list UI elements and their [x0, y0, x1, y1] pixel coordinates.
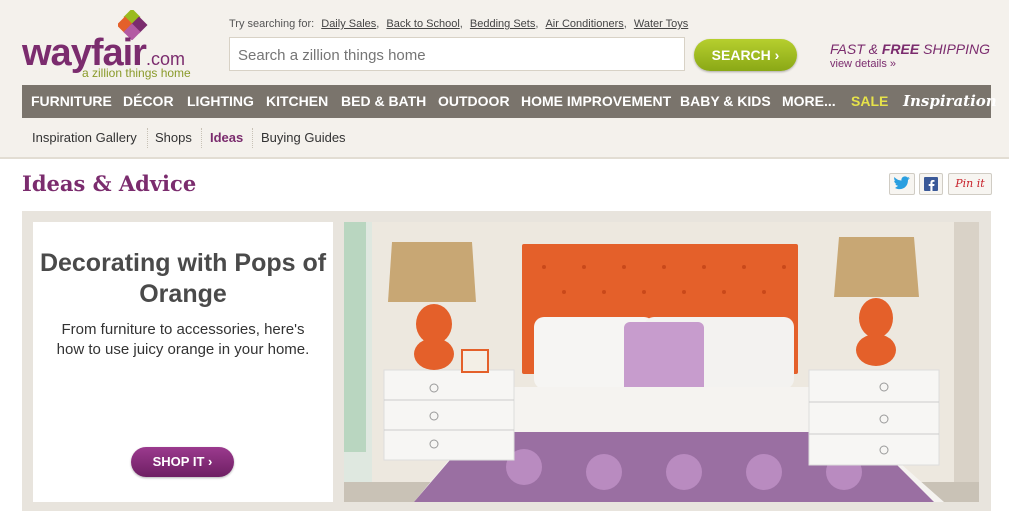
- shipping-fast: FAST: [830, 41, 865, 57]
- feature-card: Decorating with Pops of Orange From furn…: [33, 222, 333, 502]
- suggestion-link[interactable]: Water Toys: [634, 18, 688, 30]
- nav-home-improvement[interactable]: HOME IMPROVEMENT: [521, 85, 671, 118]
- subnav-shops[interactable]: Shops: [155, 124, 192, 152]
- chevron-right-icon: ›: [774, 47, 780, 63]
- nav-baby-kids[interactable]: BABY & KIDS: [680, 85, 771, 118]
- search-field: [229, 37, 685, 71]
- view-details-link[interactable]: view details »: [830, 58, 896, 70]
- search-button[interactable]: SEARCH ›: [694, 39, 797, 71]
- shop-it-label: SHOP IT: [152, 454, 205, 469]
- facebook-share-button[interactable]: [919, 173, 943, 195]
- bedroom-illustration: [344, 222, 979, 502]
- suggestion-link[interactable]: Daily Sales: [321, 18, 376, 30]
- suggestion-link[interactable]: Back to School: [386, 18, 459, 30]
- feature-title: Decorating with Pops of Orange: [39, 249, 327, 308]
- nav-more[interactable]: MORE...: [782, 85, 836, 118]
- chevron-right-icon: ›: [208, 454, 213, 469]
- pinterest-share-button[interactable]: Pin it: [948, 173, 992, 195]
- suggestion-link[interactable]: Bedding Sets: [470, 18, 535, 30]
- try-label: Try searching for:: [229, 18, 315, 30]
- search-button-label: SEARCH: [711, 47, 771, 63]
- subnav-divider: [147, 128, 148, 148]
- search-suggestions: Try searching for: Daily Sales, Back to …: [229, 18, 689, 30]
- facebook-icon: [924, 177, 938, 191]
- nav-sale[interactable]: SALE: [851, 85, 888, 118]
- nav-bed-bath[interactable]: BED & BATH: [341, 85, 426, 118]
- subnav-divider: [252, 128, 253, 148]
- nav-furniture[interactable]: FURNITURE: [31, 85, 112, 118]
- page-title: Ideas & Advice: [22, 171, 197, 196]
- twitter-share-button[interactable]: [889, 173, 915, 195]
- nav-lighting[interactable]: LIGHTING: [187, 85, 254, 118]
- subnav-divider: [201, 128, 202, 148]
- subnav-buying-guides[interactable]: Buying Guides: [261, 124, 346, 152]
- wayfair-logo[interactable]: wayfair.com a zillion things home: [22, 10, 212, 80]
- shipping-promo: FAST & FREE SHIPPING: [830, 41, 990, 57]
- shop-it-button[interactable]: SHOP IT ›: [131, 447, 234, 477]
- subnav-inspiration-gallery[interactable]: Inspiration Gallery: [32, 124, 137, 152]
- suggestion-link[interactable]: Air Conditioners: [545, 18, 623, 30]
- nav-kitchen[interactable]: KITCHEN: [266, 85, 328, 118]
- main-nav: FURNITURE DÉCOR LIGHTING KITCHEN BED & B…: [22, 85, 997, 118]
- bedroom-photo[interactable]: [344, 222, 979, 502]
- feature-description: From furniture to accessories, here's ho…: [56, 321, 310, 358]
- subnav-ideas[interactable]: Ideas: [210, 124, 243, 152]
- nav-outdoor[interactable]: OUTDOOR: [438, 85, 510, 118]
- shipping-amp: &: [868, 41, 878, 57]
- shipping-word: SHIPPING: [923, 41, 991, 57]
- nav-decor[interactable]: DÉCOR: [123, 85, 174, 118]
- nav-inspiration[interactable]: Inspiration: [903, 85, 997, 118]
- shipping-free: FREE: [881, 41, 920, 57]
- search-input[interactable]: [236, 39, 680, 71]
- twitter-icon: [894, 176, 910, 190]
- logo-tagline: a zillion things home: [82, 66, 191, 80]
